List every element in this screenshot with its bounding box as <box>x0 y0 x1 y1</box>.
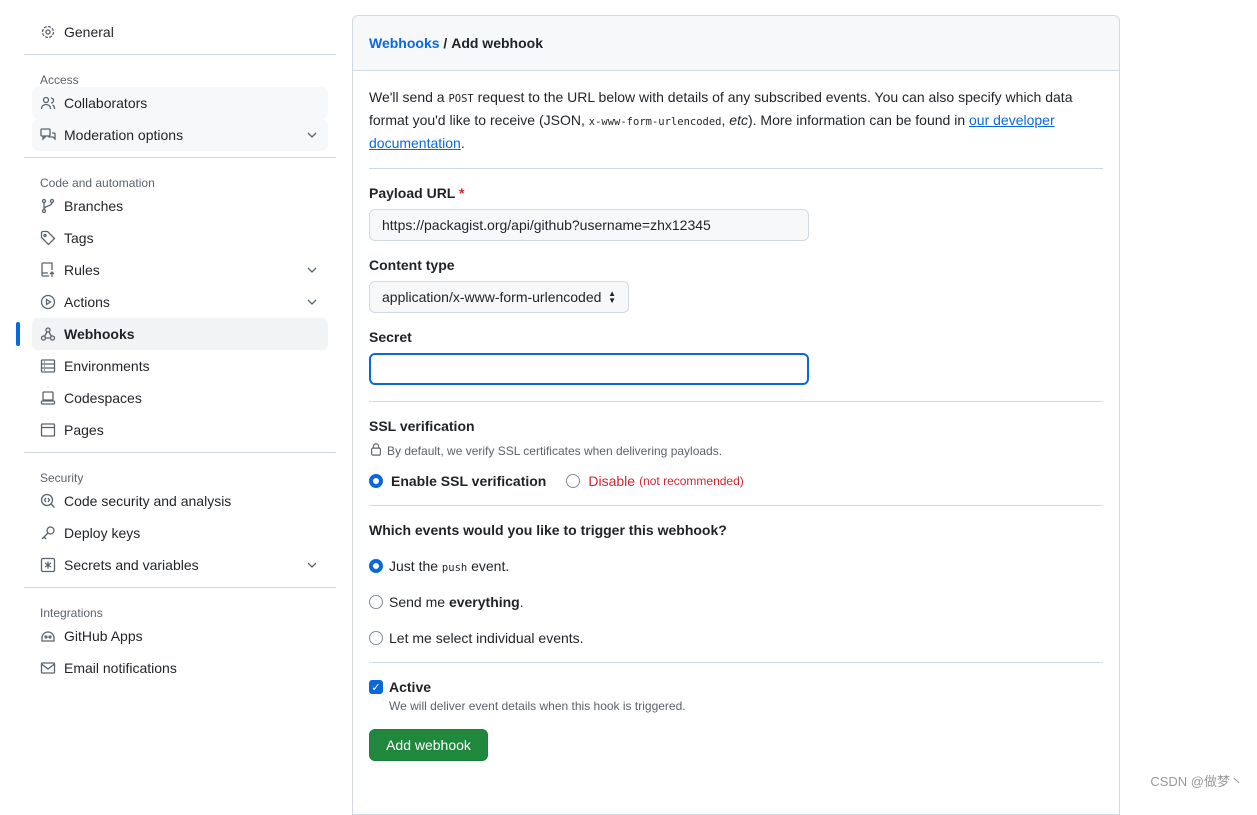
ssl-note: By default, we verify SSL certificates w… <box>369 442 1103 459</box>
tag-icon <box>40 230 56 246</box>
play-icon <box>40 294 56 310</box>
codespaces-icon <box>40 390 56 406</box>
apps-icon <box>40 628 56 644</box>
chevron-down-icon[interactable] <box>304 294 320 313</box>
sidebar-item-label: Secrets and variables <box>64 557 199 573</box>
ssl-disable-note: (not recommended) <box>639 474 744 488</box>
sidebar-item-label: Tags <box>64 230 94 246</box>
breadcrumb: Webhooks / Add webhook <box>353 16 1119 71</box>
events-heading: Which events would you like to trigger t… <box>369 522 727 538</box>
divider <box>369 401 1103 402</box>
sidebar-item-deploy-keys[interactable]: Deploy keys <box>32 517 328 549</box>
sidebar-item-label: Webhooks <box>64 326 135 342</box>
comment-discussion-icon <box>40 127 56 143</box>
breadcrumb-separator: / <box>439 35 452 51</box>
webhook-icon <box>40 326 56 342</box>
chevron-down-icon[interactable] <box>304 557 320 576</box>
sidebar-item-rules[interactable]: Rules <box>32 254 328 286</box>
sidebar-item-label: Email notifications <box>64 660 177 676</box>
secret-input[interactable] <box>369 353 809 385</box>
sidebar-item-label: GitHub Apps <box>64 628 143 644</box>
ssl-disable-label: Disable <box>588 473 636 489</box>
sidebar-item-label: General <box>64 24 114 40</box>
sidebar-item-pages[interactable]: Pages <box>32 414 328 446</box>
intro-text: We'll send a POST request to the URL bel… <box>369 87 1103 169</box>
repo-push-icon <box>40 262 56 278</box>
sidebar-item-codespaces[interactable]: Codespaces <box>32 382 328 414</box>
page-title: Add webhook <box>451 35 543 51</box>
sidebar-item-collaborators[interactable]: Collaborators <box>32 87 328 119</box>
divider <box>369 505 1103 506</box>
sidebar-item-moderation-options[interactable]: Moderation options <box>32 119 328 151</box>
sidebar-item-environments[interactable]: Environments <box>32 350 328 382</box>
ssl-disable-radio[interactable] <box>566 474 581 488</box>
git-branch-icon <box>40 198 56 214</box>
ssl-enable-label: Enable SSL verification <box>391 473 547 489</box>
sidebar-item-email-notifications[interactable]: Email notifications <box>32 652 328 684</box>
watermark: CSDN @做梦丶 <box>1150 774 1243 789</box>
sidebar-item-actions[interactable]: Actions <box>32 286 328 318</box>
add-webhook-panel: Webhooks / Add webhook We'll send a POST… <box>352 15 1120 815</box>
ssl-heading: SSL verification <box>369 418 475 434</box>
sidebar-item-label: Pages <box>64 422 104 438</box>
ssl-enable-radio[interactable] <box>369 474 383 488</box>
radio[interactable] <box>369 595 383 609</box>
sidebar-item-label: Deploy keys <box>64 525 141 541</box>
sidebar-item-branches[interactable]: Branches <box>32 190 328 222</box>
gear-icon <box>40 24 56 40</box>
sidebar-item-label: Actions <box>64 294 110 310</box>
event-option-everything[interactable]: Send me everything. <box>369 594 1103 610</box>
active-checkbox[interactable]: ✓ <box>369 680 383 694</box>
secret-label: Secret <box>369 329 412 345</box>
active-label: Active <box>389 679 432 695</box>
sidebar-item-general[interactable]: General <box>32 16 328 48</box>
divider <box>369 662 1103 663</box>
sidebar-item-code-security-and-analysis[interactable]: Code security and analysis <box>32 485 328 517</box>
event-option-individual[interactable]: Let me select individual events. <box>369 630 1103 646</box>
select-arrows-icon: ▲ ▼ <box>608 289 616 305</box>
sidebar-item-label: Collaborators <box>64 95 148 111</box>
add-webhook-button[interactable]: Add webhook <box>369 729 488 761</box>
mail-icon <box>40 660 56 676</box>
people-icon <box>40 95 56 111</box>
chevron-down-icon[interactable] <box>304 127 320 146</box>
sidebar-item-label: Code security and analysis <box>64 493 232 509</box>
settings-sidebar: General Access Collaborators Moderation op… <box>16 16 336 684</box>
key-icon <box>40 525 56 541</box>
breadcrumb-webhooks-link[interactable]: Webhooks <box>369 35 440 51</box>
radio[interactable] <box>369 559 383 573</box>
payload-url-input[interactable]: https://packagist.org/api/github?usernam… <box>369 209 809 241</box>
chevron-down-icon[interactable] <box>304 262 320 281</box>
lock-icon <box>369 442 383 459</box>
key-asterisk-icon <box>40 557 56 573</box>
sidebar-item-label: Branches <box>64 198 124 214</box>
sidebar-item-label: Moderation options <box>64 127 184 143</box>
browser-icon <box>40 422 56 438</box>
sidebar-item-tags[interactable]: Tags <box>32 222 328 254</box>
sidebar-item-webhooks[interactable]: Webhooks <box>16 318 328 350</box>
codescan-icon <box>40 493 56 509</box>
sidebar-item-secrets-and-variables[interactable]: Secrets and variables <box>32 549 328 581</box>
content-type-label: Content type <box>369 257 455 273</box>
event-option-push[interactable]: Just the push event. <box>369 558 1103 574</box>
server-icon <box>40 358 56 374</box>
sidebar-item-label: Codespaces <box>64 390 142 406</box>
radio[interactable] <box>369 631 383 645</box>
active-note: We will deliver event details when this … <box>389 699 686 713</box>
sidebar-item-github-apps[interactable]: GitHub Apps <box>32 620 328 652</box>
payload-url-label: Payload URL * <box>369 185 465 201</box>
sidebar-item-label: Environments <box>64 358 150 374</box>
sidebar-item-label: Rules <box>64 262 100 278</box>
content-type-select[interactable]: application/x-www-form-urlencoded ▲ ▼ <box>369 281 629 313</box>
